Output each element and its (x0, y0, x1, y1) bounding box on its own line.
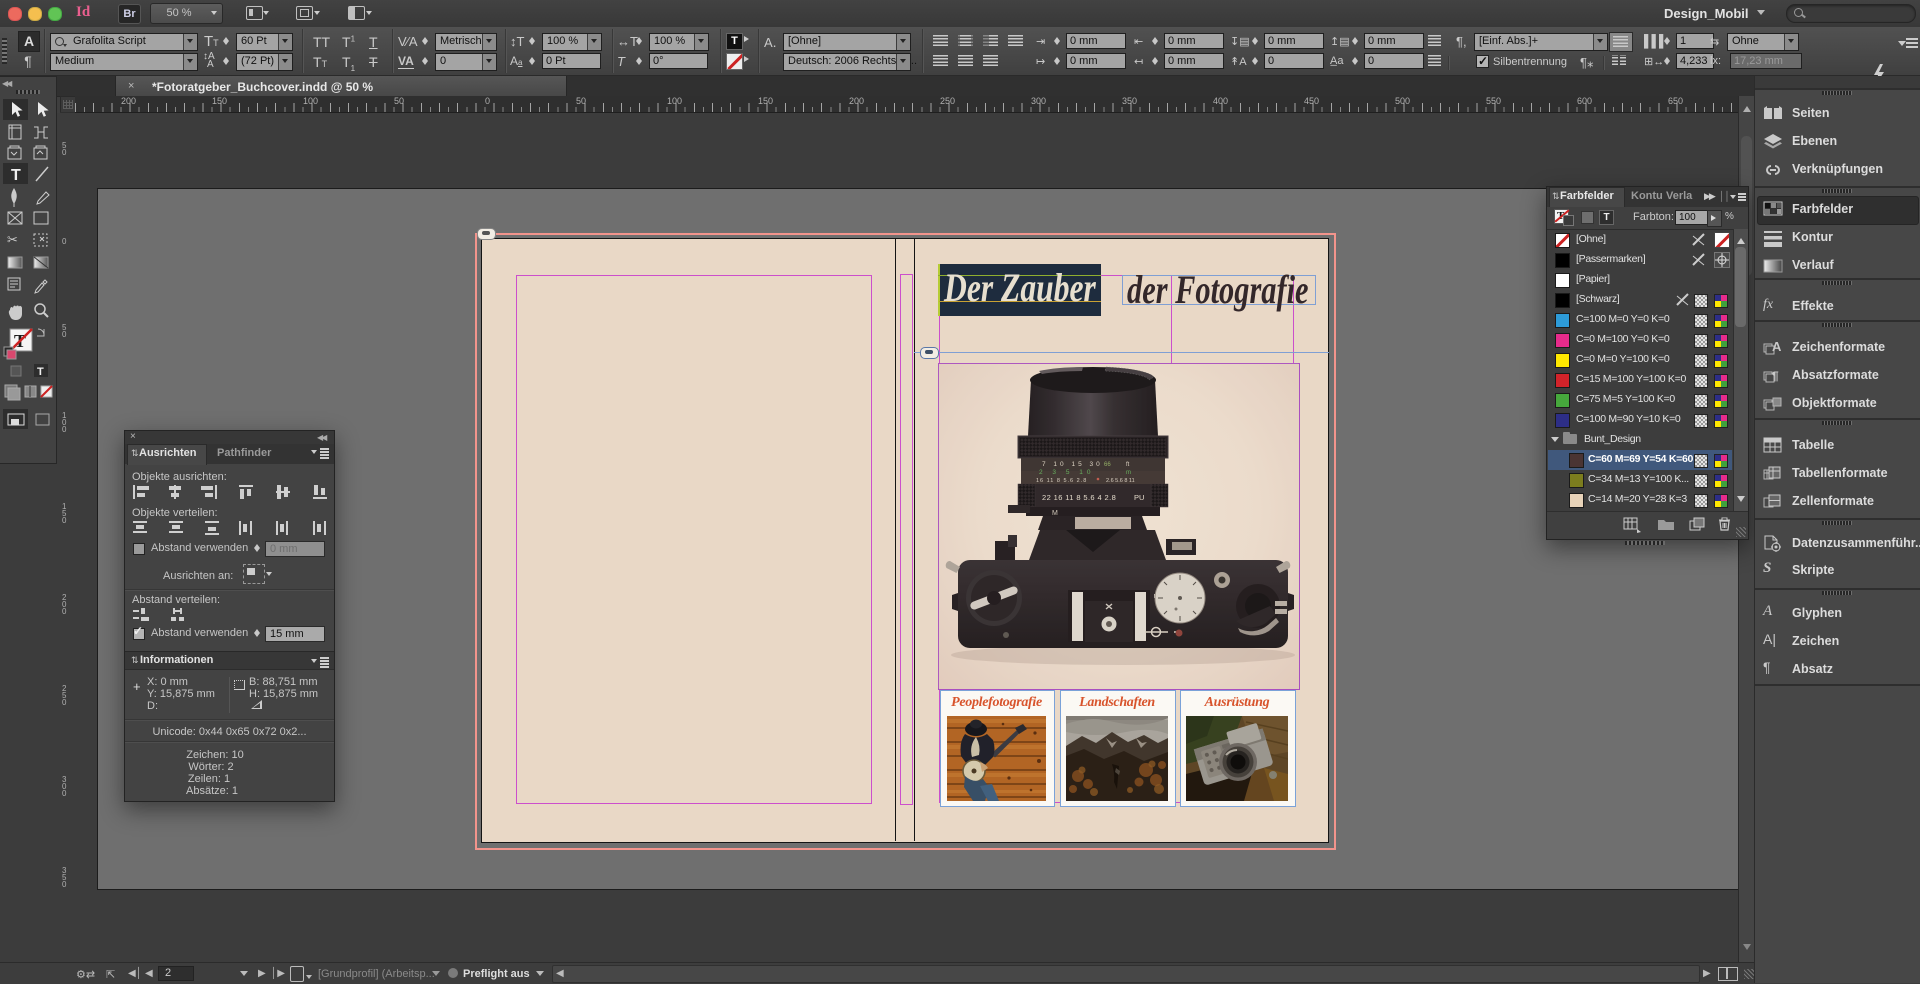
svg-text:T: T (37, 366, 44, 378)
svg-text:A: A (1772, 339, 1782, 354)
svg-text:T: T (11, 167, 21, 184)
svg-text:¶: ¶ (1772, 369, 1779, 383)
svg-text:✂: ✂ (7, 232, 18, 247)
